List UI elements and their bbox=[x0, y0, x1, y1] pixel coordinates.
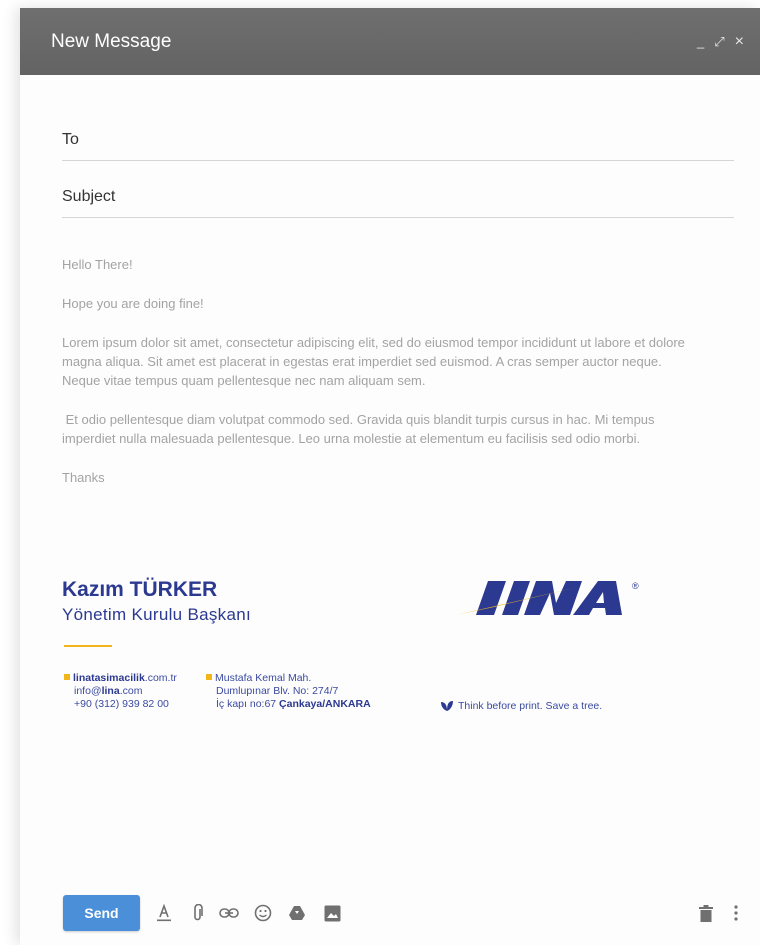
signature-name: Kazım TÜRKER bbox=[62, 578, 218, 601]
subject-field[interactable]: Subject bbox=[62, 176, 734, 218]
subject-input[interactable] bbox=[125, 188, 734, 205]
signature-divider bbox=[64, 645, 112, 647]
body-paragraph-1: Lorem ipsum dolor sit amet, consectetur … bbox=[62, 335, 685, 388]
body-line: Hope you are doing fine! bbox=[62, 296, 204, 311]
address-line-2: Dumlupınar Blv. No: 274/7 bbox=[216, 685, 339, 697]
formatting-icon[interactable] bbox=[154, 903, 174, 923]
contact-web-email-phone: linatasimacilik.com.tr info@lina.com +90… bbox=[64, 672, 177, 711]
tree-note: Think before print. Save a tree. bbox=[440, 700, 602, 712]
contact-address: Mustafa Kemal Mah. Dumlupınar Blv. No: 2… bbox=[206, 672, 371, 711]
compose-toolbar: Send bbox=[20, 887, 760, 937]
more-options-icon[interactable] bbox=[726, 903, 746, 923]
to-label: To bbox=[62, 130, 79, 148]
email-link[interactable]: info@lina.com bbox=[64, 685, 177, 698]
closing-text: Thanks bbox=[62, 470, 105, 485]
link-icon[interactable] bbox=[219, 903, 239, 923]
drive-icon[interactable] bbox=[287, 903, 307, 923]
attach-icon[interactable] bbox=[188, 903, 208, 923]
send-button[interactable]: Send bbox=[63, 895, 140, 931]
registered-mark: ® bbox=[632, 581, 639, 591]
bullet-icon bbox=[206, 674, 212, 680]
subject-label: Subject bbox=[62, 187, 116, 205]
bullet-icon bbox=[64, 674, 70, 680]
compose-window: New Message _ ⤢ × To Subject Hello There… bbox=[20, 8, 760, 945]
body-paragraph-2: Et odio pellentesque diam volutpat commo… bbox=[62, 412, 659, 446]
address-line-1: Mustafa Kemal Mah. bbox=[215, 672, 312, 684]
tree-note-text: Think before print. Save a tree. bbox=[458, 700, 603, 712]
leaf-icon bbox=[441, 701, 453, 711]
compose-title: New Message bbox=[51, 30, 172, 52]
close-icon[interactable]: × bbox=[735, 33, 744, 51]
minimize-icon[interactable]: _ bbox=[697, 34, 704, 49]
window-controls: _ ⤢ × bbox=[697, 33, 744, 51]
signature-role: Yönetim Kurulu Başkanı bbox=[62, 605, 251, 624]
greeting-text: Hello There! bbox=[62, 257, 133, 272]
phone-number: +90 (312) 939 82 00 bbox=[74, 698, 169, 710]
message-body[interactable]: Hello There! Hope you are doing fine! Lo… bbox=[62, 255, 702, 507]
website-link[interactable]: linatasimacilik.com.tr bbox=[64, 672, 177, 684]
to-field[interactable]: To bbox=[62, 119, 734, 161]
company-logo: ® bbox=[448, 575, 648, 630]
address-line-3: İç kapı no:67 Çankaya/ANKARA bbox=[216, 698, 371, 710]
trash-icon[interactable] bbox=[696, 903, 716, 923]
emoji-icon[interactable] bbox=[253, 903, 273, 923]
expand-icon[interactable]: ⤢ bbox=[714, 34, 724, 50]
compose-titlebar: New Message _ ⤢ × bbox=[20, 8, 760, 75]
to-input[interactable] bbox=[88, 131, 734, 148]
photo-icon[interactable] bbox=[322, 903, 342, 923]
